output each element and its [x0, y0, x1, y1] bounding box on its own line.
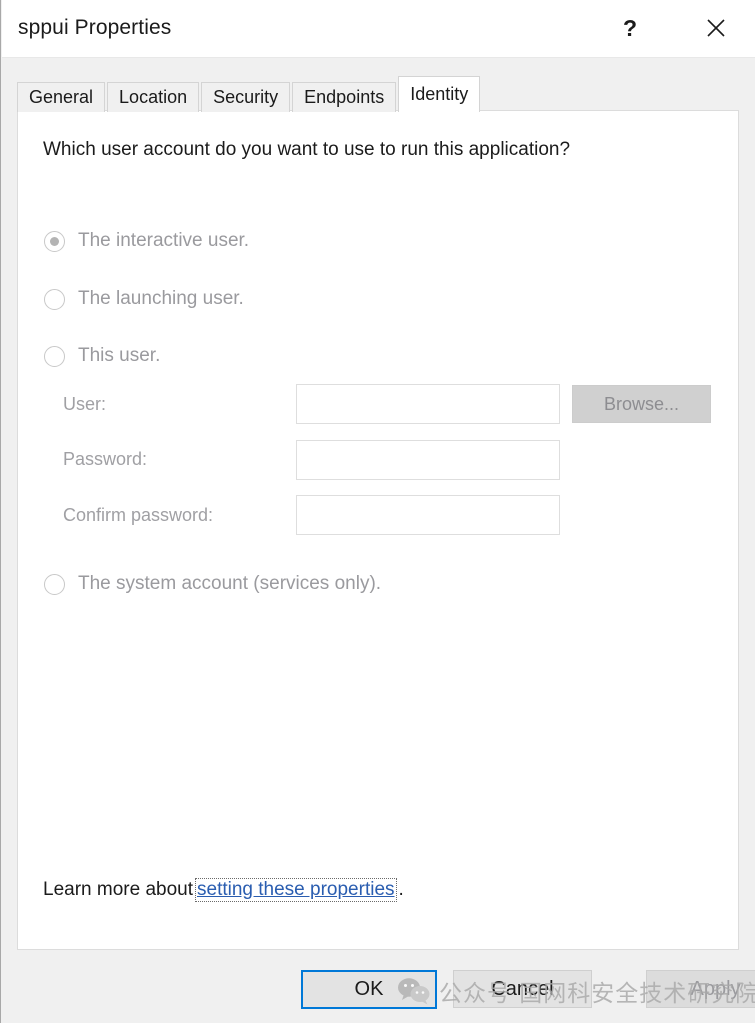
identity-question: Which user account do you want to use to…: [43, 139, 571, 160]
radio-label: The interactive user.: [78, 230, 250, 251]
radio-label: The launching user.: [78, 288, 244, 309]
radio-the-system-account[interactable]: The system account (services only).: [44, 573, 381, 595]
radio-the-interactive-user[interactable]: The interactive user.: [44, 230, 249, 252]
help-button[interactable]: ?: [607, 0, 653, 56]
radio-label: The system account (services only).: [78, 573, 382, 594]
ok-button[interactable]: OK: [301, 970, 437, 1009]
browse-button[interactable]: Browse...: [572, 385, 711, 423]
question-mark-icon: ?: [622, 14, 638, 41]
identity-tab-panel: Which user account do you want to use to…: [17, 110, 739, 950]
learn-more-text: Learn more about setting these propertie…: [43, 878, 404, 902]
confirm-password-label: Confirm password:: [63, 505, 214, 525]
tab-identity[interactable]: Identity: [398, 76, 481, 112]
tab-label: Identity: [410, 84, 469, 104]
close-button[interactable]: [693, 0, 739, 56]
setting-these-properties-link[interactable]: setting these properties: [195, 878, 397, 902]
tab-security[interactable]: Security: [201, 82, 291, 112]
apply-button[interactable]: Apply: [646, 970, 755, 1008]
tab-endpoints[interactable]: Endpoints: [292, 82, 397, 112]
title-bar: sppui Properties ?: [2, 0, 755, 58]
learn-more-prefix: Learn more about: [43, 879, 193, 900]
radio-this-user[interactable]: This user.: [44, 345, 160, 367]
tab-general[interactable]: General: [17, 82, 106, 112]
tab-label: Endpoints: [304, 87, 385, 107]
password-input[interactable]: [296, 440, 560, 480]
learn-more-suffix: .: [398, 879, 404, 900]
radio-mark-icon: [44, 288, 65, 310]
user-label: User:: [63, 394, 107, 414]
tab-strip: General Location Security Endpoints Iden…: [17, 76, 482, 112]
tab-location[interactable]: Location: [107, 82, 200, 112]
radio-label: This user.: [78, 345, 161, 366]
password-label: Password:: [63, 449, 148, 469]
radio-mark-icon: [44, 230, 65, 252]
radio-mark-icon: [44, 573, 65, 595]
properties-dialog: sppui Properties ? General Location Secu…: [0, 0, 755, 1023]
tab-label: Security: [213, 87, 279, 107]
cancel-button[interactable]: Cancel: [453, 970, 592, 1008]
radio-the-launching-user[interactable]: The launching user.: [44, 288, 244, 310]
close-icon: [704, 16, 728, 40]
tab-label: General: [29, 87, 94, 107]
user-input[interactable]: [296, 384, 560, 424]
window-title: sppui Properties: [18, 16, 172, 39]
tab-label: Location: [119, 87, 188, 107]
confirm-password-input[interactable]: [296, 495, 560, 535]
radio-mark-icon: [44, 345, 65, 367]
